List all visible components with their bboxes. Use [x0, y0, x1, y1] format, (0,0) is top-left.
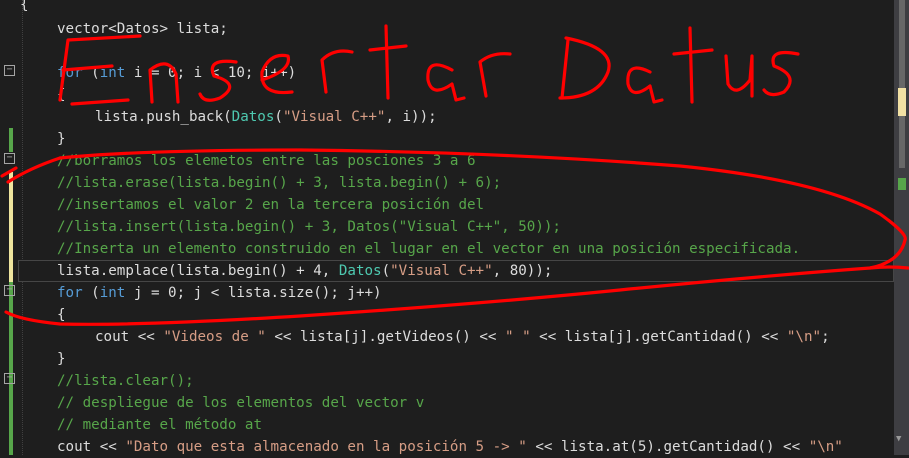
handwritten-annotation — [0, 24, 909, 326]
